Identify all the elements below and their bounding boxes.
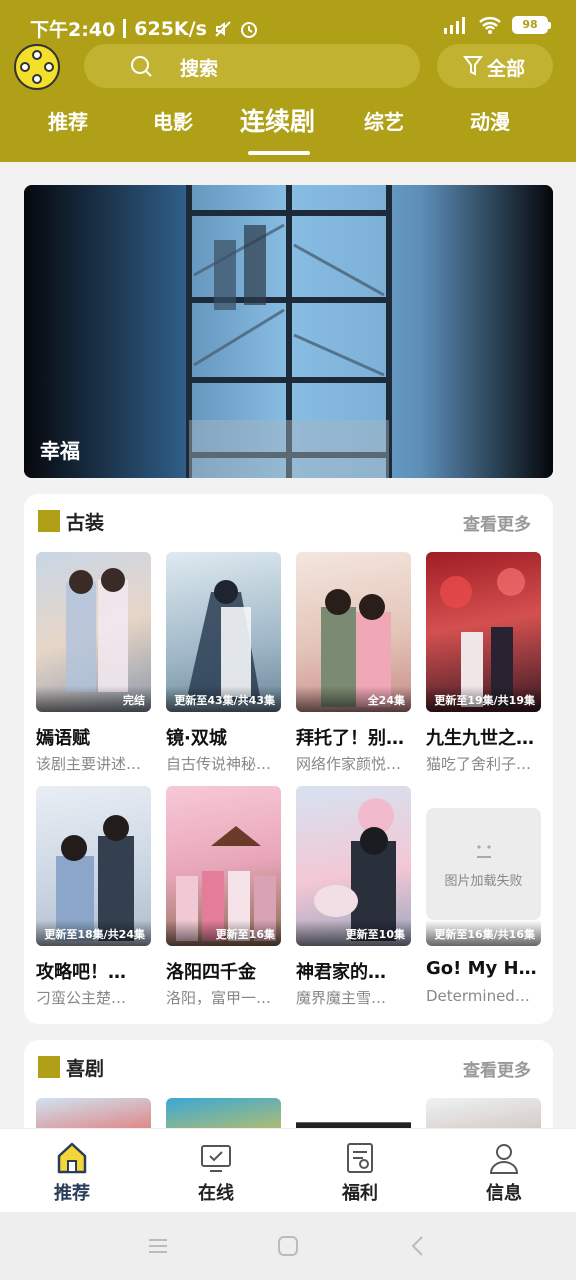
status-net-speed: 625K/s <box>134 17 207 40</box>
nav-label: 在线 <box>198 1183 234 1204</box>
show-description: 网络作家颜悦… <box>296 755 402 773</box>
show-card[interactable]: 更新至43集/共43集 镜·双城 自古传说神秘的… <box>166 552 281 782</box>
status-right: 98 <box>442 16 551 34</box>
banner-carousel[interactable]: 幸福 <box>24 185 553 478</box>
poster-image: 更新至10集 <box>296 786 411 946</box>
show-title: 攻略吧！… <box>36 962 126 983</box>
show-title: 嫣语赋 <box>36 728 90 749</box>
tab-anime[interactable]: 动漫 <box>470 106 510 135</box>
battery-indicator: 98 <box>512 16 551 34</box>
show-card[interactable]: 更新至10集 神君家的… 魔界魔主雪… <box>296 786 411 1016</box>
logo-dot <box>20 62 30 72</box>
wifi-icon <box>479 17 501 34</box>
status-left: 下午2:40 625K/s <box>30 15 259 42</box>
poster-image: 全24集 <box>296 552 411 712</box>
logo-dot <box>32 74 42 84</box>
show-card[interactable]: 更新至16集 洛阳四千金 洛阳，富甲一方… <box>166 786 281 1016</box>
search-input[interactable]: 搜索 <box>84 44 420 88</box>
nav-info[interactable]: 信息 <box>432 1129 576 1213</box>
show-title: 拜托了！别宠我 <box>296 728 411 749</box>
signal-icon <box>444 17 465 34</box>
episode-badge: 更新至16集/共16集 <box>426 920 541 946</box>
show-description: Determined… <box>426 987 530 1005</box>
show-description: 自古传说神秘的… <box>166 755 281 773</box>
section-marker-icon <box>38 1056 60 1078</box>
show-title: Go! My H… <box>426 958 537 979</box>
show-title: 神君家的… <box>296 962 386 983</box>
nav-recommend[interactable]: 推荐 <box>0 1129 144 1213</box>
show-description: 刁蛮公主楚… <box>36 989 127 1007</box>
show-card[interactable]: 更新至19集/共19集 九生九世之… 猫吃了舍利子… <box>426 552 541 782</box>
poster-image: 更新至18集/共24集 <box>36 786 151 946</box>
show-card[interactable]: 完结 嫣语赋 该剧主要讲述了… <box>36 552 151 782</box>
nav-label: 推荐 <box>54 1183 90 1204</box>
episode-badge: 更新至10集 <box>296 920 411 946</box>
sad-face-icon <box>472 842 496 867</box>
show-description: 猫吃了舍利子… <box>426 755 532 773</box>
tab-series[interactable]: 连续剧 <box>240 102 315 138</box>
image-load-failed-text: 图片加载失败 <box>444 874 523 889</box>
mute-icon <box>215 20 231 37</box>
nav-online[interactable]: 在线 <box>144 1129 288 1213</box>
episode-badge: 全24集 <box>296 686 411 712</box>
poster-image: 更新至19集/共19集 <box>426 552 541 712</box>
show-description: 洛阳，富甲一方… <box>166 989 281 1007</box>
logo-dot <box>32 50 42 60</box>
logo-dot <box>44 62 54 72</box>
show-title: 镜·双城 <box>166 728 227 749</box>
episode-badge: 完结 <box>36 686 151 712</box>
tv-icon <box>201 1145 231 1172</box>
search-icon <box>131 56 152 77</box>
section-title: 古装 <box>66 512 105 534</box>
status-separator <box>123 19 127 38</box>
system-nav-bar <box>0 1212 576 1280</box>
home-icon <box>57 1142 87 1174</box>
show-card[interactable]: 图片加载失败 更新至16集/共16集 Go! My H… Determined… <box>426 786 541 1016</box>
nav-label: 信息 <box>486 1183 522 1204</box>
see-more-link[interactable]: 查看更多 <box>463 510 531 535</box>
poster-image: 完结 <box>36 552 151 712</box>
tab-indicator <box>248 151 310 155</box>
status-bar: 下午2:40 625K/s 98 <box>0 0 576 50</box>
filter-label: 全部 <box>487 58 526 80</box>
menu-icon[interactable] <box>146 1234 170 1258</box>
episode-badge: 更新至19集/共19集 <box>426 686 541 712</box>
poster-image: 更新至16集 <box>166 786 281 946</box>
home-button-icon[interactable] <box>276 1234 300 1258</box>
episode-badge: 更新至16集 <box>166 920 281 946</box>
app-logo[interactable] <box>14 44 60 90</box>
status-time: 下午2:40 <box>30 19 116 41</box>
show-title: 洛阳四千金 <box>166 962 256 983</box>
tab-movie[interactable]: 电影 <box>153 106 193 135</box>
section-costume: 古装 查看更多 完结 嫣语赋 该剧主要讲述了… 更新至43集/共43集 镜·双城… <box>24 494 553 1024</box>
banner-title: 幸福 <box>40 439 80 463</box>
header: 下午2:40 625K/s 98 搜索 全部 推荐 电影 连续剧 综艺 动漫 <box>0 0 576 162</box>
section-marker-icon <box>38 510 60 532</box>
see-more-link[interactable]: 查看更多 <box>463 1056 531 1081</box>
episode-badge: 更新至43集/共43集 <box>166 686 281 712</box>
filter-button[interactable]: 全部 <box>437 44 553 88</box>
document-icon <box>347 1143 373 1173</box>
bottom-nav: 推荐 在线 福利 信息 <box>0 1128 576 1212</box>
nav-label: 福利 <box>342 1183 378 1204</box>
back-icon[interactable] <box>406 1234 430 1258</box>
episode-badge: 更新至18集/共24集 <box>36 920 151 946</box>
tab-recommend[interactable]: 推荐 <box>48 106 88 135</box>
tab-variety[interactable]: 综艺 <box>364 106 404 135</box>
user-icon <box>489 1144 519 1174</box>
section-title: 喜剧 <box>66 1058 105 1080</box>
show-title: 九生九世之… <box>426 728 534 749</box>
image-load-failed: 图片加载失败 <box>426 808 541 920</box>
show-description: 魔界魔主雪… <box>296 989 387 1007</box>
show-card[interactable]: 更新至18集/共24集 攻略吧！… 刁蛮公主楚… <box>36 786 151 1016</box>
show-description: 该剧主要讲述了… <box>36 755 151 773</box>
poster-image: 图片加载失败 更新至16集/共16集 <box>426 786 541 946</box>
nav-welfare[interactable]: 福利 <box>288 1129 432 1213</box>
filter-icon <box>463 56 483 76</box>
banner-image <box>24 185 553 478</box>
alarm-icon <box>240 21 257 38</box>
search-placeholder: 搜索 <box>180 58 219 80</box>
show-card[interactable]: 全24集 拜托了！别宠我 网络作家颜悦… <box>296 552 411 782</box>
poster-image: 更新至43集/共43集 <box>166 552 281 712</box>
